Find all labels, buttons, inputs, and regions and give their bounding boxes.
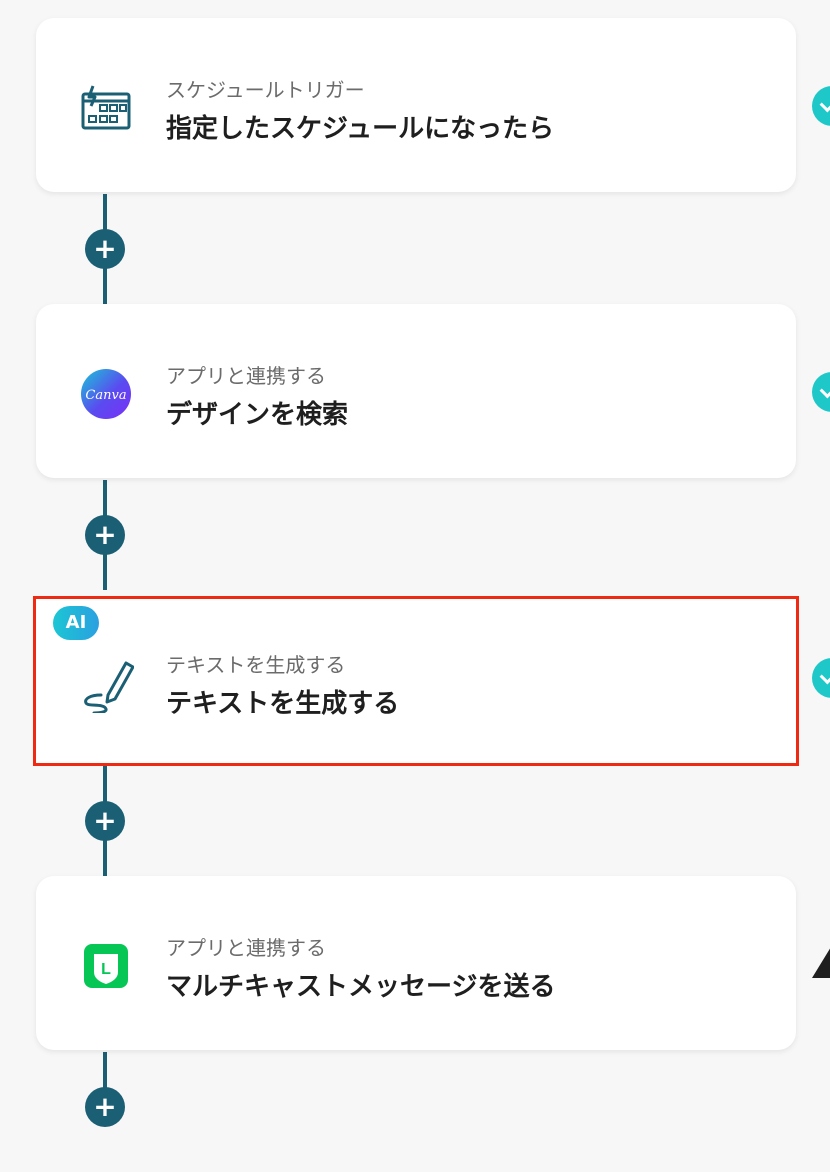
ai-badge: AI — [53, 606, 99, 640]
add-step-button[interactable]: + — [85, 515, 125, 555]
svg-text:Canva: Canva — [85, 388, 126, 403]
step-subtitle: アプリと連携する — [166, 364, 326, 388]
add-step-button[interactable]: + — [85, 229, 125, 269]
step-card-schedule-trigger[interactable]: スケジュールトリガー 指定したスケジュールになったら — [36, 18, 796, 192]
canva-icon: Canva — [78, 366, 134, 422]
svg-text:L: L — [101, 961, 111, 978]
add-step-button[interactable]: + — [85, 801, 125, 841]
pen-icon — [78, 657, 135, 715]
status-check-icon — [812, 86, 830, 126]
step-card-canva-search[interactable]: Canva アプリと連携する デザインを検索 — [36, 304, 796, 478]
step-card-generate-text[interactable]: AI テキストを生成する テキストを生成する — [33, 596, 799, 766]
step-title: 指定したスケジュールになったら — [166, 114, 555, 144]
step-card-line-multicast[interactable]: L アプリと連携する マルチキャストメッセージを送る — [36, 876, 796, 1050]
status-check-icon — [812, 372, 830, 412]
step-title: デザインを検索 — [166, 400, 349, 430]
status-check-icon — [812, 658, 830, 698]
step-subtitle: テキストを生成する — [166, 653, 346, 677]
warning-icon — [812, 942, 830, 978]
add-step-button[interactable]: + — [85, 1087, 125, 1127]
flow-connector — [103, 1052, 107, 1092]
line-icon: L — [78, 938, 134, 994]
step-subtitle: アプリと連携する — [166, 936, 326, 960]
calendar-clock-icon — [78, 80, 134, 136]
step-title: マルチキャストメッセージを送る — [166, 972, 556, 1002]
step-title: テキストを生成する — [166, 689, 400, 719]
step-subtitle: スケジュールトリガー — [166, 78, 365, 102]
